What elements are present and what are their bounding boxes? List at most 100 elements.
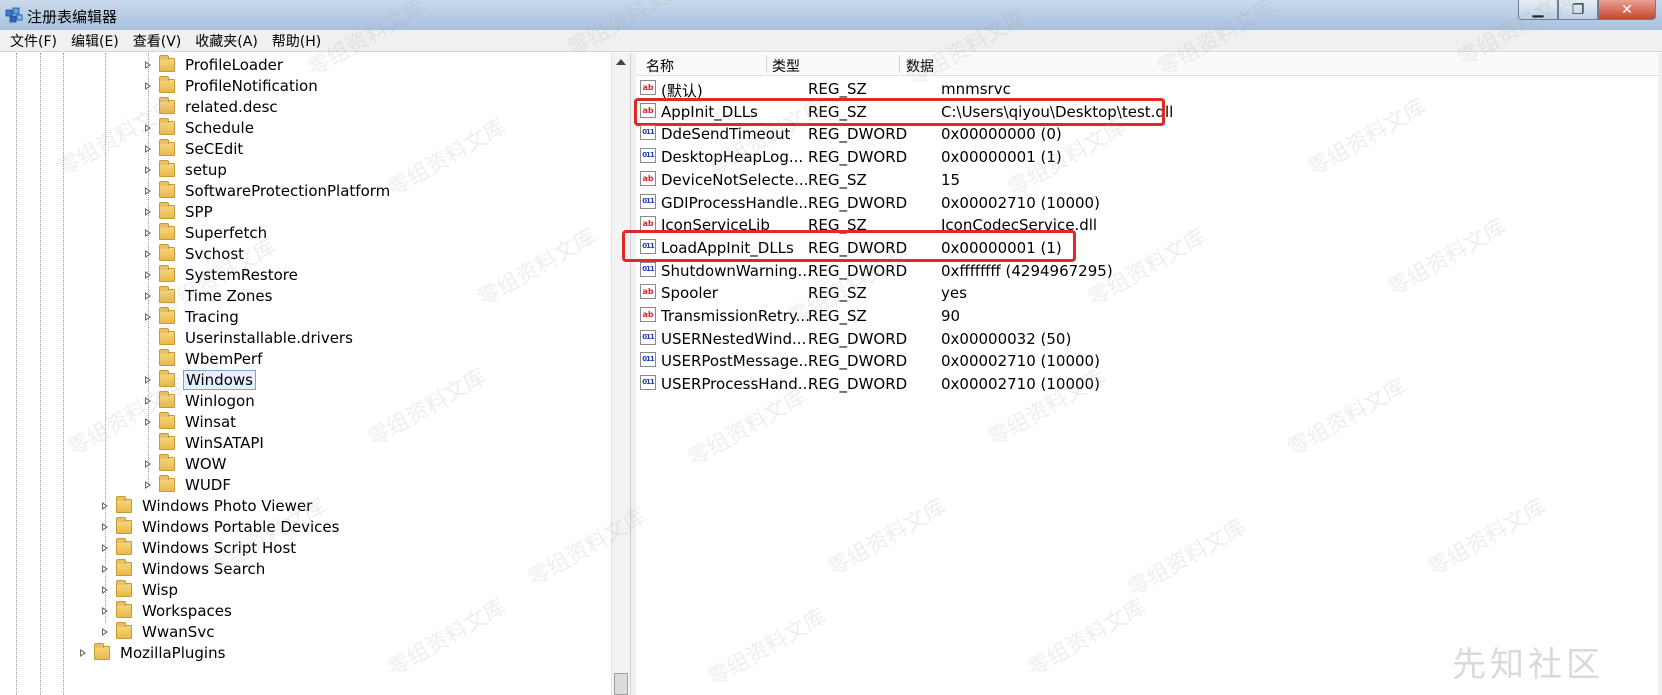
column-header-name[interactable]: 名称 [646, 56, 674, 76]
expand-arrow-icon[interactable] [145, 375, 151, 384]
expand-arrow-icon[interactable] [145, 60, 151, 69]
expand-arrow-icon[interactable] [145, 81, 151, 90]
expand-arrow-icon[interactable] [145, 186, 151, 195]
value-type: REG_DWORD [808, 148, 908, 167]
value-row[interactable]: ab (默认) REG_SZ mnmsrvc [636, 77, 1636, 100]
tree-item[interactable]: related.desc [145, 96, 280, 117]
tree-item[interactable]: setup [145, 159, 229, 180]
value-row[interactable]: 011 LoadAppInit_DLLs REG_DWORD 0x00000001 (… [636, 236, 1636, 259]
expand-arrow-icon[interactable] [145, 165, 151, 174]
expand-arrow-icon[interactable] [102, 501, 108, 510]
expand-arrow-icon[interactable] [102, 627, 108, 636]
minimize-button[interactable]: ▁ [1518, 0, 1558, 20]
tree-item[interactable]: Svchost [145, 243, 246, 264]
value-row[interactable]: ab TransmissionRetry... REG_SZ 90 [636, 304, 1636, 327]
expand-arrow-icon[interactable] [145, 312, 151, 321]
menu-view[interactable]: 查看(V) [127, 31, 188, 51]
tree-item[interactable]: Superfetch [145, 222, 269, 243]
expand-arrow-icon[interactable] [145, 249, 151, 258]
tree-item[interactable]: Windows [145, 369, 256, 390]
folder-icon [159, 96, 175, 114]
value-row[interactable]: 011 ShutdownWarning... REG_DWORD 0xffffffff… [636, 259, 1636, 282]
close-button[interactable]: ✕ [1598, 0, 1656, 20]
expand-arrow-icon[interactable] [102, 606, 108, 615]
expand-arrow-icon[interactable] [145, 207, 151, 216]
menu-favorites[interactable]: 收藏夹(A) [189, 31, 264, 51]
expand-arrow-icon[interactable] [145, 228, 151, 237]
tree-scrollbar[interactable] [611, 53, 631, 695]
expand-arrow-icon[interactable] [80, 648, 86, 657]
value-row[interactable]: 011 GDIProcessHandle... REG_DWORD 0x0000271… [636, 191, 1636, 214]
tree-item[interactable]: WbemPerf [145, 348, 264, 369]
tree-item[interactable]: Userinstallable.drivers [145, 327, 355, 348]
value-row[interactable]: ab AppInit_DLLs REG_SZ C:\Users\qiyou\Deskt… [636, 100, 1636, 123]
tree-item[interactable]: WwanSvc [102, 621, 216, 642]
expand-arrow-icon[interactable] [102, 585, 108, 594]
expand-arrow-icon[interactable] [145, 270, 151, 279]
tree-item[interactable]: MozillaPlugins [80, 642, 227, 663]
tree-item[interactable]: ProfileLoader [145, 54, 285, 75]
value-row[interactable]: 011 USERPostMessage... REG_DWORD 0x00002710… [636, 349, 1636, 372]
tree-item[interactable]: ProfileNotification [145, 75, 320, 96]
tree-item[interactable]: SeCEdit [145, 138, 245, 159]
tree-item[interactable]: Windows Script Host [102, 537, 298, 558]
folder-icon [116, 621, 132, 639]
tree-item[interactable]: Windows Portable Devices [102, 516, 341, 537]
expand-arrow-icon[interactable] [102, 522, 108, 531]
tree-item[interactable]: Winlogon [145, 390, 257, 411]
expand-arrow-icon[interactable] [145, 291, 151, 300]
tree-item[interactable]: Tracing [145, 306, 241, 327]
folder-icon [116, 579, 132, 597]
list-scrollbar[interactable] [1658, 53, 1662, 695]
expand-arrow-icon[interactable] [145, 396, 151, 405]
tree-item[interactable]: WinSATAPI [145, 432, 266, 453]
tree-item[interactable]: Winsat [145, 411, 238, 432]
tree-item[interactable]: Wisp [102, 579, 180, 600]
value-row[interactable]: ab IconServiceLib REG_SZ IconCodecService.d… [636, 213, 1636, 236]
folder-icon [159, 327, 175, 345]
value-data: 0x00000001 (1) [941, 148, 1062, 167]
expand-arrow-icon[interactable] [102, 543, 108, 552]
registry-tree[interactable]: ProfileLoader ProfileNotification related.… [0, 53, 611, 695]
value-row[interactable]: ab Spooler REG_SZ yes [636, 281, 1636, 304]
value-name: GDIProcessHandle... [661, 193, 813, 212]
expand-arrow-icon[interactable] [145, 144, 151, 153]
value-row[interactable]: 011 USERProcessHand... REG_DWORD 0x00002710… [636, 372, 1636, 395]
menu-bar: 文件(F) 编辑(E) 查看(V) 收藏夹(A) 帮助(H) [0, 30, 1662, 52]
value-name: USERPostMessage... [661, 352, 813, 371]
tree-item[interactable]: Workspaces [102, 600, 234, 621]
value-row[interactable]: ab DeviceNotSelecte... REG_SZ 15 [636, 168, 1636, 191]
expand-arrow-icon[interactable] [145, 123, 151, 132]
value-type: REG_SZ [808, 170, 867, 189]
tree-item-label: SeCEdit [185, 139, 244, 158]
expand-arrow-icon[interactable] [145, 417, 151, 426]
expand-arrow-icon[interactable] [145, 480, 151, 489]
column-header-type[interactable]: 类型 [772, 56, 800, 76]
tree-item[interactable]: SoftwareProtectionPlatform [145, 180, 392, 201]
scroll-up-arrow-icon[interactable] [616, 59, 626, 65]
tree-item[interactable]: Time Zones [145, 285, 274, 306]
tree-item[interactable]: Windows Photo Viewer [102, 495, 314, 516]
tree-item[interactable]: SPP [145, 201, 215, 222]
column-separator[interactable] [899, 55, 900, 73]
value-row[interactable]: 011 DdeSendTimeout REG_DWORD 0x00000000 (0) [636, 122, 1636, 145]
menu-help[interactable]: 帮助(H) [266, 31, 327, 51]
column-separator[interactable] [766, 55, 767, 73]
expand-arrow-icon[interactable] [145, 459, 151, 468]
tree-item[interactable]: WUDF [145, 474, 233, 495]
menu-file[interactable]: 文件(F) [4, 31, 63, 51]
tree-item[interactable]: SystemRestore [145, 264, 300, 285]
tree-item[interactable]: Windows Search [102, 558, 267, 579]
binary-value-icon: 011 [640, 329, 656, 345]
column-header-data[interactable]: 数据 [906, 56, 934, 76]
value-row[interactable]: 011 USERNestedWind... REG_DWORD 0x00000032 … [636, 327, 1636, 350]
value-row[interactable]: 011 DesktopHeapLog... REG_DWORD 0x00000001 … [636, 145, 1636, 168]
tree-item[interactable]: Schedule [145, 117, 256, 138]
expand-arrow-icon[interactable] [102, 564, 108, 573]
tree-item[interactable]: WOW [145, 453, 228, 474]
maximize-button[interactable]: ❐ [1558, 0, 1598, 20]
value-type: REG_DWORD [808, 352, 908, 371]
menu-edit[interactable]: 编辑(E) [65, 31, 125, 51]
scroll-thumb[interactable] [614, 673, 628, 695]
tree-item-label: Windows Photo Viewer [142, 496, 313, 515]
